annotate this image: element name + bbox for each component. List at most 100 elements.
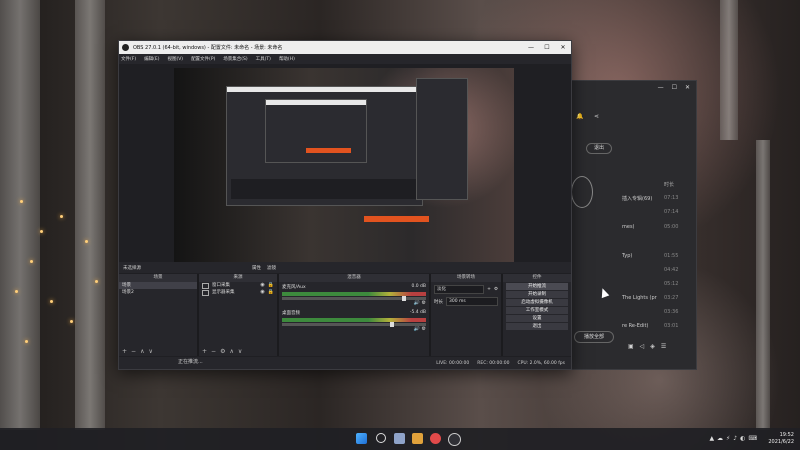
mixer-header: 混音器 xyxy=(279,274,429,282)
visibility-icon[interactable]: ◉ xyxy=(260,282,264,289)
scene-item[interactable]: 场景2 xyxy=(119,289,197,296)
start-icon[interactable] xyxy=(356,433,367,444)
gear-icon[interactable]: ⚙ xyxy=(422,326,426,332)
exit-button[interactable]: 退出 xyxy=(506,323,568,330)
bell-icon[interactable]: 🔔 xyxy=(576,113,583,120)
add-icon[interactable]: + xyxy=(487,287,491,292)
list-item-time: 04:42 xyxy=(664,267,679,273)
gear-icon[interactable]: ⚙ xyxy=(422,300,426,306)
nested-titlebar xyxy=(227,87,422,92)
remove-icon[interactable]: − xyxy=(211,348,216,355)
menu-file[interactable]: 文件(F) xyxy=(121,56,136,62)
system-tray-icons[interactable]: ▲☁⚡♪◐⌨ xyxy=(709,435,760,442)
list-item[interactable]: 插入专辑(69) xyxy=(622,195,652,202)
source-item[interactable]: 窗口采集 ◉ 🔒 xyxy=(199,282,277,289)
filters-button[interactable]: 滤镜 xyxy=(267,265,276,271)
menu-bar: 文件(F) 编辑(E) 视图(V) 配置文件(P) 场景集合(S) 工具(T) … xyxy=(119,54,571,64)
properties-button[interactable]: 属性 xyxy=(252,265,261,271)
close-icon[interactable]: ✕ xyxy=(555,41,571,54)
preview-canvas[interactable] xyxy=(174,68,514,262)
menu-profile[interactable]: 配置文件(P) xyxy=(191,56,215,62)
nested-titlebar xyxy=(266,100,366,105)
list-item-time: 03:36 xyxy=(664,309,679,315)
settings-button[interactable]: 设置 xyxy=(506,315,568,322)
slider-knob[interactable] xyxy=(390,322,394,327)
slider-knob[interactable] xyxy=(402,296,406,301)
share-icon[interactable]: ⋖ xyxy=(594,113,599,120)
visibility-icon[interactable]: ◉ xyxy=(260,289,264,296)
obs-taskbar-icon[interactable] xyxy=(448,433,461,446)
music-app-icon[interactable] xyxy=(430,433,441,444)
scenes-dock: 场景 场景 场景2 + − ∧ ∨ xyxy=(119,274,197,356)
start-streaming-button[interactable]: 开始推流 xyxy=(506,283,568,290)
nested-status-bar xyxy=(364,216,429,222)
avatar-ring xyxy=(571,176,593,208)
time-header: 时长 xyxy=(664,182,675,188)
clock-time: 19:52 xyxy=(779,432,794,438)
transition-select[interactable]: 淡化 xyxy=(434,285,485,294)
window-title: OBS 27.0.1 (64-bit, windows) - 配置文件: 未命名… xyxy=(133,45,283,51)
list-item-time: 03:01 xyxy=(664,323,679,329)
channel-db: 0.0 dB xyxy=(411,284,426,289)
menu-view[interactable]: 视图(V) xyxy=(167,56,183,62)
studio-mode-button[interactable]: 工作室模式 xyxy=(506,307,568,314)
list-item[interactable]: Typ) xyxy=(622,253,632,259)
obs-window: OBS 27.0.1 (64-bit, windows) - 配置文件: 未命名… xyxy=(118,40,572,370)
transitions-dock: 场景转场 淡化 + ⚙ 时长 300 ms xyxy=(431,274,501,356)
minimize-icon[interactable]: — xyxy=(658,84,664,91)
scene-item[interactable]: 场景 xyxy=(119,282,197,289)
remove-icon[interactable]: − xyxy=(131,348,136,355)
list-item[interactable]: mes) xyxy=(622,224,635,230)
list-item-time: 03:27 xyxy=(664,295,679,301)
minimize-icon[interactable]: — xyxy=(523,41,539,54)
file-explorer-icon[interactable] xyxy=(412,433,423,444)
speaker-icon[interactable]: 🔊 xyxy=(414,326,420,332)
close-icon[interactable]: ✕ xyxy=(685,84,690,91)
play-all-button[interactable]: 播放全部 xyxy=(574,331,614,343)
channel-db: -5.4 dB xyxy=(409,310,426,315)
logout-button[interactable]: 退出 xyxy=(586,143,612,154)
nested-docks xyxy=(231,179,416,199)
menu-help[interactable]: 帮助(H) xyxy=(279,56,295,62)
wallpaper-pillar xyxy=(720,0,738,140)
list-item-time: 05:00 xyxy=(664,224,679,230)
move-down-icon[interactable]: ∨ xyxy=(238,348,242,355)
lock-icon[interactable]: 🔒 xyxy=(268,282,274,289)
dock-area: 场景 场景 场景2 + − ∧ ∨ 来源 窗口采集 ◉ 🔒 显示器采集 ◉ 🔒 … xyxy=(119,274,571,356)
notification-text: 正在推流... xyxy=(178,359,203,365)
task-view-icon[interactable] xyxy=(394,433,405,444)
menu-edit[interactable]: 编辑(E) xyxy=(144,56,159,62)
obs-titlebar: OBS 27.0.1 (64-bit, windows) - 配置文件: 未命名… xyxy=(119,41,571,54)
gear-icon[interactable]: ⚙ xyxy=(494,287,498,292)
start-recording-button[interactable]: 开始录制 xyxy=(506,291,568,298)
search-icon[interactable] xyxy=(376,433,386,443)
move-up-icon[interactable]: ∧ xyxy=(229,348,233,355)
virtual-camera-button[interactable]: 启动虚拟摄像机 xyxy=(506,299,568,306)
volume-slider[interactable] xyxy=(282,296,426,301)
duration-input[interactable]: 300 ms xyxy=(446,297,498,306)
wallpaper-pillar xyxy=(0,0,40,430)
lock-icon[interactable]: 🔒 xyxy=(268,289,274,296)
list-item[interactable]: The Lights (pr xyxy=(622,295,657,301)
list-item[interactable]: re Re-Edit) xyxy=(622,323,648,329)
source-item[interactable]: 显示器采集 ◉ 🔒 xyxy=(199,289,277,296)
move-up-icon[interactable]: ∧ xyxy=(140,348,144,355)
cpu-status: CPU: 2.0%, 60.00 fps xyxy=(517,360,566,366)
display-capture-icon xyxy=(202,289,209,296)
gear-icon[interactable]: ⚙ xyxy=(220,348,225,355)
sources-dock: 来源 窗口采集 ◉ 🔒 显示器采集 ◉ 🔒 + − ⚙ ∧ ∨ xyxy=(199,274,277,356)
menu-scene-collection[interactable]: 场景集合(S) xyxy=(223,56,247,62)
player-controls-icon[interactable]: ▣◁◈☰ xyxy=(628,343,672,350)
maximize-icon[interactable]: ☐ xyxy=(672,84,677,91)
list-item-time: 01:55 xyxy=(664,253,679,259)
move-down-icon[interactable]: ∨ xyxy=(148,348,152,355)
add-icon[interactable]: + xyxy=(122,348,127,355)
add-icon[interactable]: + xyxy=(202,348,207,355)
volume-slider[interactable] xyxy=(282,322,426,327)
maximize-icon[interactable]: ☐ xyxy=(539,41,555,54)
nested-status-bar xyxy=(306,148,351,153)
mixer-channel: 麦克风/Aux 0.0 dB 🔊 ⚙ xyxy=(279,282,429,308)
menu-tools[interactable]: 工具(T) xyxy=(256,56,271,62)
speaker-icon[interactable]: 🔊 xyxy=(414,300,420,306)
clock[interactable]: 19:52 2021/6/22 xyxy=(768,432,794,446)
